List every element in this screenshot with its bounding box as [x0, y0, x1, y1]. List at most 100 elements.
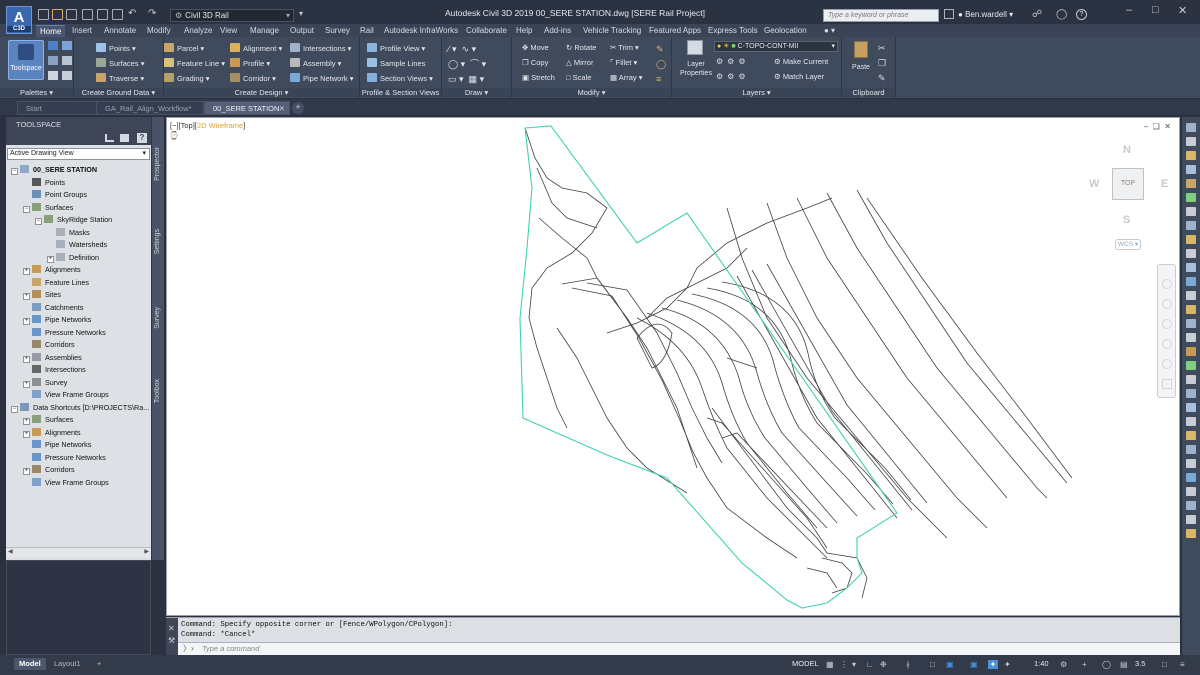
tool-icon[interactable] — [1186, 487, 1196, 496]
sample-lines-button[interactable]: Sample Lines — [367, 58, 425, 69]
expand-icon[interactable]: + — [23, 293, 30, 300]
close-icon[interactable]: ✕ — [168, 624, 175, 633]
horizontal-scrollbar[interactable]: ◀ ▶ — [6, 547, 151, 557]
tool-icon[interactable] — [1186, 389, 1196, 398]
tree-item[interactable]: − 00_SERE STATION — [11, 164, 97, 176]
create-design-panel-title[interactable]: Create Design ▾ — [164, 88, 359, 97]
file-tab-ga-rail[interactable]: GA_Rail_Align_Workflow* — [96, 101, 204, 115]
tab-analyze[interactable]: Analyze — [180, 25, 216, 37]
mirror-button[interactable]: △ Mirror — [566, 58, 593, 68]
plus-icon[interactable]: + — [1082, 660, 1092, 669]
points-button[interactable]: Points ▾ — [96, 43, 136, 54]
tree-item[interactable]: + Alignments — [23, 264, 81, 276]
expand-icon[interactable]: + — [23, 468, 30, 475]
tab-help[interactable]: Help — [512, 25, 536, 37]
tree-item[interactable]: + Corridors — [23, 464, 75, 476]
isolate-icon[interactable]: ◯ — [1102, 660, 1112, 669]
tool-icon[interactable] — [1186, 291, 1196, 300]
minimize-icon[interactable]: – — [1126, 4, 1132, 16]
compass-east[interactable]: E — [1161, 178, 1168, 190]
tool-icon[interactable] — [1186, 263, 1196, 272]
workspace-selector[interactable]: ⚙ Civil 3D Rail ▾ — [170, 9, 294, 22]
tool-icon[interactable] — [1186, 137, 1196, 146]
move-button[interactable]: ✥ Move — [522, 43, 549, 53]
make-current-button[interactable]: ⚙ Make Current — [774, 57, 828, 67]
exchange-icon[interactable]: ◯ — [1056, 9, 1067, 20]
lineweight-icon[interactable]: ▣ — [946, 660, 956, 669]
tool-icon[interactable] — [1186, 417, 1196, 426]
expand-icon[interactable]: + — [23, 355, 30, 363]
layer-properties-button[interactable]: Layer Properties — [680, 40, 712, 80]
tree-item[interactable]: + Definition — [47, 252, 99, 264]
design-center-icon[interactable] — [48, 56, 58, 65]
collapse-icon[interactable]: − — [11, 168, 18, 175]
tab-modify[interactable]: Modify — [143, 25, 175, 37]
expand-icon[interactable]: + — [23, 318, 30, 325]
viewport-window-controls[interactable]: – ❏ ✕ — [1144, 122, 1171, 131]
copy-button[interactable]: ❐ Copy — [522, 58, 548, 68]
toolspace-button[interactable]: Toolspace — [8, 40, 44, 80]
alignment-button[interactable]: Alignment ▾ — [230, 43, 282, 54]
open-file-icon[interactable] — [52, 9, 63, 20]
tool-icon[interactable] — [1186, 221, 1196, 230]
plot-icon[interactable] — [112, 9, 123, 20]
tool-icon[interactable] — [1186, 179, 1196, 188]
draw-tools[interactable]: ∕ ▾ ∿ ▾ ◯ ▾ ⌒ ▾ ▭ ▾ ▦ ▾ — [448, 42, 486, 87]
expand-icon[interactable]: + — [23, 380, 30, 388]
new-tab-button[interactable]: + — [292, 102, 304, 114]
ground-data-panel-title[interactable]: Create Ground Data ▾ — [74, 88, 163, 97]
feature-line-button[interactable]: Feature Line ▾ — [164, 58, 225, 69]
traverse-button[interactable]: Traverse ▾ — [96, 73, 144, 84]
ucs-menu[interactable]: WCS ▾ — [1115, 239, 1141, 250]
stretch-button[interactable]: ▣ Stretch — [522, 73, 555, 83]
tab-output[interactable]: Output — [286, 25, 318, 37]
elevation-icon[interactable]: ▤ — [1120, 660, 1130, 669]
elevation-value[interactable]: 3.5 — [1130, 658, 1150, 670]
tree-item[interactable]: View Frame Groups — [23, 389, 109, 401]
annotation-visibility-icon[interactable]: ✦ — [988, 660, 998, 669]
zoom-icon[interactable] — [1162, 319, 1172, 329]
tree-item[interactable]: Point Groups — [23, 189, 87, 201]
profile-button[interactable]: Profile ▾ — [230, 58, 270, 69]
rotate-button[interactable]: ↻ Rotate — [566, 43, 596, 53]
wrench-icon[interactable]: ⚒ — [168, 636, 175, 645]
tab-geolocation[interactable]: Geolocation — [760, 25, 811, 37]
tab-manage[interactable]: Manage — [246, 25, 283, 37]
tab-express-tools[interactable]: Express Tools — [704, 25, 762, 37]
gear-icon[interactable]: ⚙ — [1060, 660, 1070, 669]
layout-tab-model[interactable]: Model — [14, 658, 46, 670]
file-tab-start[interactable]: Start — [17, 101, 97, 115]
tool-icon[interactable] — [1186, 123, 1196, 132]
tool-icon[interactable] — [1186, 165, 1196, 174]
tool-icon[interactable] — [1186, 403, 1196, 412]
tree-item[interactable]: Watersheds — [47, 239, 107, 251]
file-tab-sere-station[interactable]: 00_SERE STATION ✕ — [204, 101, 290, 115]
sheet-set-icon[interactable] — [48, 71, 58, 80]
tree-item[interactable]: Corridors — [23, 339, 75, 351]
fillet-button[interactable]: ⌜ Fillet ▾ — [610, 58, 637, 68]
tab-rail[interactable]: Rail — [356, 25, 378, 37]
modify-panel-title[interactable]: Modify ▾ — [512, 88, 671, 97]
help-icon[interactable]: ? — [1076, 9, 1087, 20]
viewcube-top-face[interactable]: TOP — [1112, 168, 1144, 200]
close-icon[interactable]: ✕ — [1178, 4, 1187, 17]
tool-icon[interactable] — [1186, 235, 1196, 244]
tab-add-ins[interactable]: Add-ins — [540, 25, 575, 37]
tool-icon[interactable] — [1186, 375, 1196, 384]
scale-button[interactable]: □ Scale — [566, 73, 591, 83]
grid-icon[interactable]: ▦ — [826, 660, 836, 669]
tab-autodesk-infraworks[interactable]: Autodesk InfraWorks — [380, 25, 462, 37]
steering-wheel-icon[interactable] — [1162, 279, 1172, 289]
section-views-button[interactable]: Section Views ▾ — [367, 73, 433, 84]
tree-view-icon[interactable] — [105, 134, 114, 142]
tab-home[interactable]: Home — [36, 25, 66, 37]
tree-item[interactable]: Pressure Networks — [23, 452, 106, 464]
open-from-web-icon[interactable] — [97, 9, 108, 20]
isodraft-icon[interactable]: ∤ — [906, 660, 916, 669]
tree-item[interactable]: − Surfaces — [23, 202, 73, 214]
expand-icon[interactable]: + — [23, 418, 30, 425]
tree-item[interactable]: + Survey — [23, 377, 67, 389]
binoculars-icon[interactable] — [944, 9, 954, 19]
tab-collaborate[interactable]: Collaborate — [462, 25, 511, 37]
tree-item[interactable]: Pressure Networks — [23, 327, 106, 339]
